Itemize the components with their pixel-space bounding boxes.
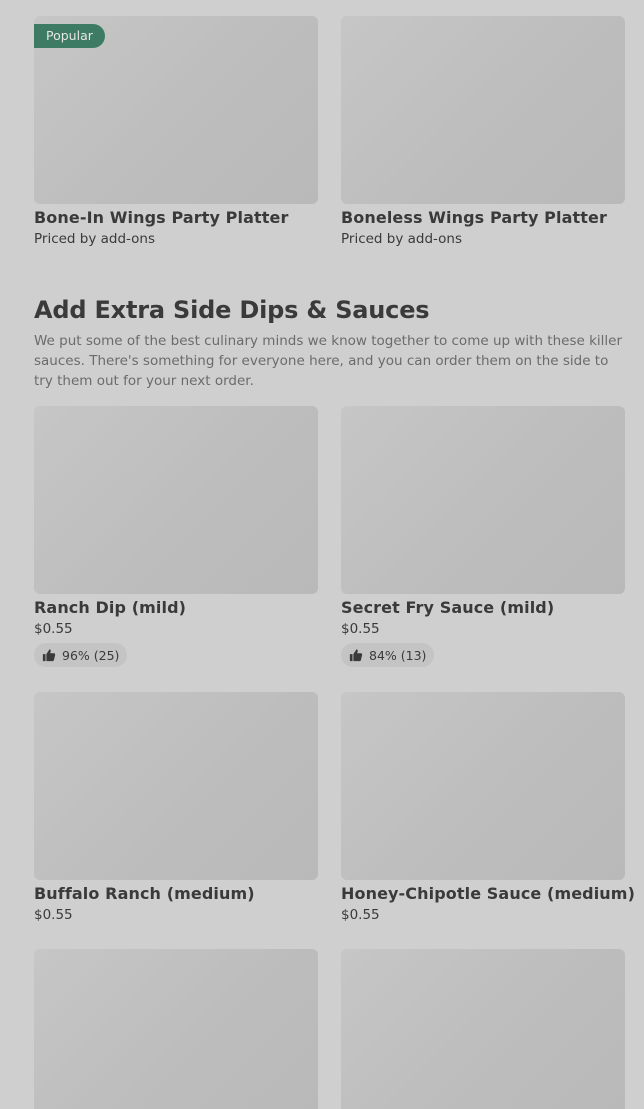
menu-page: Popular Bone-In Wings Party Platter Pric… xyxy=(0,0,644,1109)
section-description: We put some of the best culinary minds w… xyxy=(34,333,623,389)
item-price: $0.55 xyxy=(34,907,73,923)
rating-text: 84% (13) xyxy=(369,647,427,663)
menu-item-card[interactable]: Buffalo Ranch (medium) $0.55 xyxy=(34,692,318,923)
menu-item-card[interactable]: Secret Fry Sauce (mild) $0.55 84% (13) xyxy=(341,406,625,667)
menu-item-card[interactable]: Honey-Chipotle Sauce (medium) $0.55 xyxy=(341,692,635,923)
menu-item-card[interactable] xyxy=(341,949,625,1109)
item-price: Priced by add-ons xyxy=(34,231,156,247)
item-title[interactable]: Honey-Chipotle Sauce (medium) xyxy=(341,884,635,903)
item-image[interactable]: Popular xyxy=(34,16,318,204)
item-price: $0.55 xyxy=(341,621,380,637)
item-image[interactable] xyxy=(341,692,625,880)
item-title[interactable]: Buffalo Ranch (medium) xyxy=(34,884,318,903)
item-title[interactable]: Secret Fry Sauce (mild) xyxy=(341,598,625,617)
menu-item-card[interactable]: Boneless Wings Party Platter Priced by a… xyxy=(341,16,625,247)
item-image[interactable] xyxy=(341,16,625,204)
rating-text: 96% (25) xyxy=(62,647,120,663)
item-price: Priced by add-ons xyxy=(341,231,463,247)
item-price: $0.55 xyxy=(34,621,73,637)
menu-item-card[interactable]: Popular Bone-In Wings Party Platter Pric… xyxy=(34,16,318,247)
item-image[interactable] xyxy=(34,406,318,594)
item-title[interactable]: Bone-In Wings Party Platter xyxy=(34,208,318,227)
item-image[interactable] xyxy=(341,949,625,1109)
thumbs-up-icon xyxy=(42,649,56,662)
rating-badge: 96% (25) xyxy=(34,643,128,667)
menu-item-card[interactable] xyxy=(34,949,318,1109)
item-image[interactable] xyxy=(341,406,625,594)
item-image[interactable] xyxy=(34,692,318,880)
item-title[interactable]: Boneless Wings Party Platter xyxy=(341,208,625,227)
section-title: Add Extra Side Dips & Sauces xyxy=(34,296,430,324)
rating-badge: 84% (13) xyxy=(341,643,435,667)
item-price: $0.55 xyxy=(341,907,380,923)
menu-item-card[interactable]: Ranch Dip (mild) $0.55 96% (25) xyxy=(34,406,318,667)
item-title[interactable]: Ranch Dip (mild) xyxy=(34,598,318,617)
thumbs-up-icon xyxy=(349,649,363,662)
item-image[interactable] xyxy=(34,949,318,1109)
popular-badge: Popular xyxy=(34,24,105,48)
